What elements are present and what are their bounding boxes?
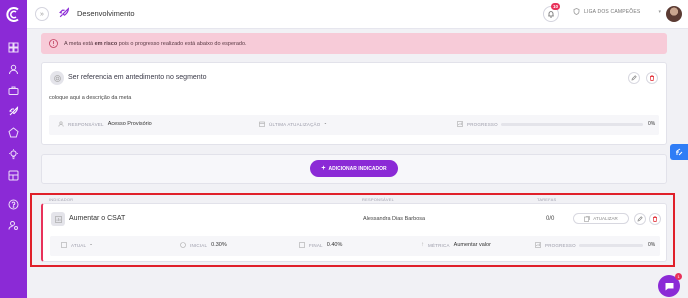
chat-bubble-icon [664, 281, 675, 292]
user-settings-icon[interactable] [6, 218, 21, 233]
indicator-progress-value: 0% [648, 242, 656, 248]
indicator-avatar [51, 212, 65, 226]
hand-sign-icon [674, 147, 684, 157]
chat-badge: 1 [675, 273, 682, 280]
top-bar: » Desenvolvimento 10 LIGA DOS CAMPEÕES ▾ [27, 0, 688, 29]
goal-title: Ser referencia em antedimento no segment… [68, 74, 207, 81]
add-indicator-button[interactable]: + ADICIONAR INDICADOR [310, 160, 398, 177]
final-label: FINAL [309, 242, 323, 248]
arrow-up-icon: ↑ [421, 242, 424, 248]
progresso-label: PROGRESSO [467, 121, 498, 127]
gauge-icon [180, 242, 186, 248]
lightbulb-icon[interactable] [6, 147, 21, 162]
ultima-atualizacao-value: - [324, 121, 327, 127]
goal-description: coloque aqui a descrição da meta [49, 95, 132, 101]
alert-message: A meta está em risco pois o progresso re… [64, 40, 247, 47]
briefcase-icon[interactable] [6, 83, 21, 98]
dashboard-icon[interactable] [6, 168, 21, 183]
grid-icon[interactable] [6, 40, 21, 55]
risk-alert: A meta está em risco pois o progresso re… [41, 33, 667, 54]
inicial-value: 0.30% [211, 242, 227, 248]
indicator-responsavel: Alessandra Dias Barbosa [363, 216, 426, 222]
ultima-atualizacao-label: ÚLTIMA ATUALIZAÇÃO [269, 121, 321, 127]
chevron-down-icon: ▾ [658, 8, 661, 15]
calendar-icon [259, 121, 265, 127]
responsavel-label: RESPONSÁVEL [68, 121, 104, 127]
column-header-responsavel: RESPONSÁVEL [362, 197, 394, 202]
delete-goal-button[interactable] [646, 72, 658, 84]
target-icon [53, 74, 61, 82]
responsavel-value: Acesso Provisório [107, 121, 152, 127]
goal-card: Ser referencia em antedimento no segment… [41, 62, 667, 145]
alert-circle-icon [49, 39, 58, 48]
user-icon [58, 121, 64, 127]
delete-indicator-button[interactable] [649, 213, 661, 225]
atual-label: ATUAL [71, 242, 87, 248]
progress-icon [457, 121, 463, 127]
chart-icon [54, 215, 62, 223]
league-selector[interactable]: LIGA DOS CAMPEÕES ▾ [573, 8, 661, 15]
column-header-indicador: INDICADOR [49, 197, 74, 202]
pencil-icon [637, 216, 643, 222]
metrica-value: Aumentar valor [453, 242, 491, 248]
progress-icon [535, 242, 541, 248]
accessibility-button[interactable] [670, 144, 688, 160]
goal-progress-bar [501, 123, 643, 126]
bell-icon [547, 10, 555, 18]
goal-avatar [50, 71, 64, 85]
trophy-icon[interactable] [6, 125, 21, 140]
inicial-label: INICIAL [190, 242, 208, 248]
user-avatar[interactable] [666, 6, 682, 22]
goal-progress-value: 0% [648, 121, 656, 127]
edit-goal-button[interactable] [628, 72, 640, 84]
refresh-icon [61, 242, 67, 248]
sidebar-toggle-button[interactable]: » [35, 7, 49, 21]
user-icon[interactable] [6, 62, 21, 77]
double-chevron-right-icon: » [40, 10, 44, 18]
flag-icon [299, 242, 305, 248]
pencil-icon [631, 75, 637, 81]
rocket-icon[interactable] [6, 104, 21, 119]
brand-logo-icon[interactable] [5, 6, 22, 23]
notification-count-badge: 10 [551, 3, 561, 10]
indicator-tarefas: 0/0 [546, 216, 555, 222]
atualizar-button[interactable]: ATUALIZAR [573, 213, 629, 224]
league-name: LIGA DOS CAMPEÕES [584, 8, 641, 15]
add-indicator-label: ADICIONAR INDICADOR [328, 165, 387, 172]
sidebar [0, 0, 27, 298]
indicator-meta-bar: ATUAL - INICIAL 0.30% FINAL 0.40% ↑ MÉTR… [50, 236, 660, 256]
shield-icon [573, 8, 580, 15]
indicator-row[interactable]: Aumentar o CSAT Alessandra Dias Barbosa … [41, 203, 667, 262]
trash-icon [649, 75, 655, 81]
atualizar-label: ATUALIZAR [593, 216, 618, 221]
metrica-label: MÉTRICA [428, 242, 450, 248]
page-title: Desenvolvimento [77, 9, 135, 18]
goal-meta-bar: RESPONSÁVEL Acesso Provisório ÚLTIMA ATU… [49, 115, 659, 135]
atual-value: - [90, 242, 93, 248]
help-icon[interactable] [6, 197, 21, 212]
indicator-progress-bar [579, 244, 643, 247]
indicator-name: Aumentar o CSAT [69, 215, 126, 222]
rocket-icon [58, 7, 70, 19]
progresso-label: PROGRESSO [545, 242, 576, 248]
plus-icon: + [321, 165, 326, 172]
final-value: 0.40% [326, 242, 343, 248]
edit-indicator-button[interactable] [634, 213, 646, 225]
trash-icon [652, 216, 658, 222]
refresh-icon [584, 215, 591, 222]
column-header-tarefas: TAREFAS [537, 197, 557, 202]
